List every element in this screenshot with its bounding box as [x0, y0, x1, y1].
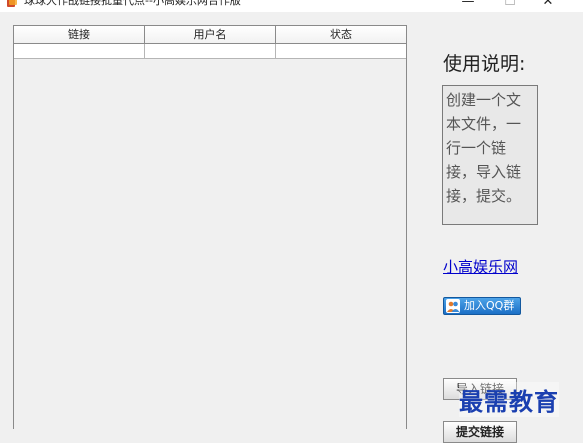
- window-title: 球球大作战链接批量代点--小高娱乐网合作版: [24, 0, 241, 7]
- table-header: 链接 用户名 状态: [14, 26, 406, 44]
- usage-text-area[interactable]: 创建一个文本文件，一行一个链接，导入链接，提交。: [442, 85, 538, 225]
- app-icon: [7, 0, 17, 7]
- join-qq-group-button[interactable]: 加入QQ群: [443, 297, 521, 315]
- maximize-button[interactable]: ☐: [490, 0, 530, 10]
- column-header-status[interactable]: 状态: [276, 26, 406, 43]
- qq-people-icon: [446, 299, 460, 313]
- table-cell-link[interactable]: [14, 44, 145, 58]
- close-button[interactable]: ✕: [528, 0, 568, 10]
- minimize-button[interactable]: —: [448, 0, 488, 10]
- links-table[interactable]: 链接 用户名 状态: [13, 25, 407, 429]
- usage-title: 使用说明:: [443, 53, 526, 75]
- table-cell-username[interactable]: [145, 44, 276, 58]
- qq-group-label: 加入QQ群: [464, 299, 515, 312]
- column-header-link[interactable]: 链接: [14, 26, 145, 43]
- submit-links-button[interactable]: 提交链接: [443, 421, 517, 443]
- watermark: 最需教育: [459, 382, 559, 417]
- site-link[interactable]: 小高娱乐网: [443, 256, 518, 277]
- title-bar: 球球大作战链接批量代点--小高娱乐网合作版 — ☐ ✕: [0, 0, 583, 12]
- column-header-username[interactable]: 用户名: [145, 26, 276, 43]
- table-row[interactable]: [14, 44, 406, 59]
- table-cell-status[interactable]: [276, 44, 406, 58]
